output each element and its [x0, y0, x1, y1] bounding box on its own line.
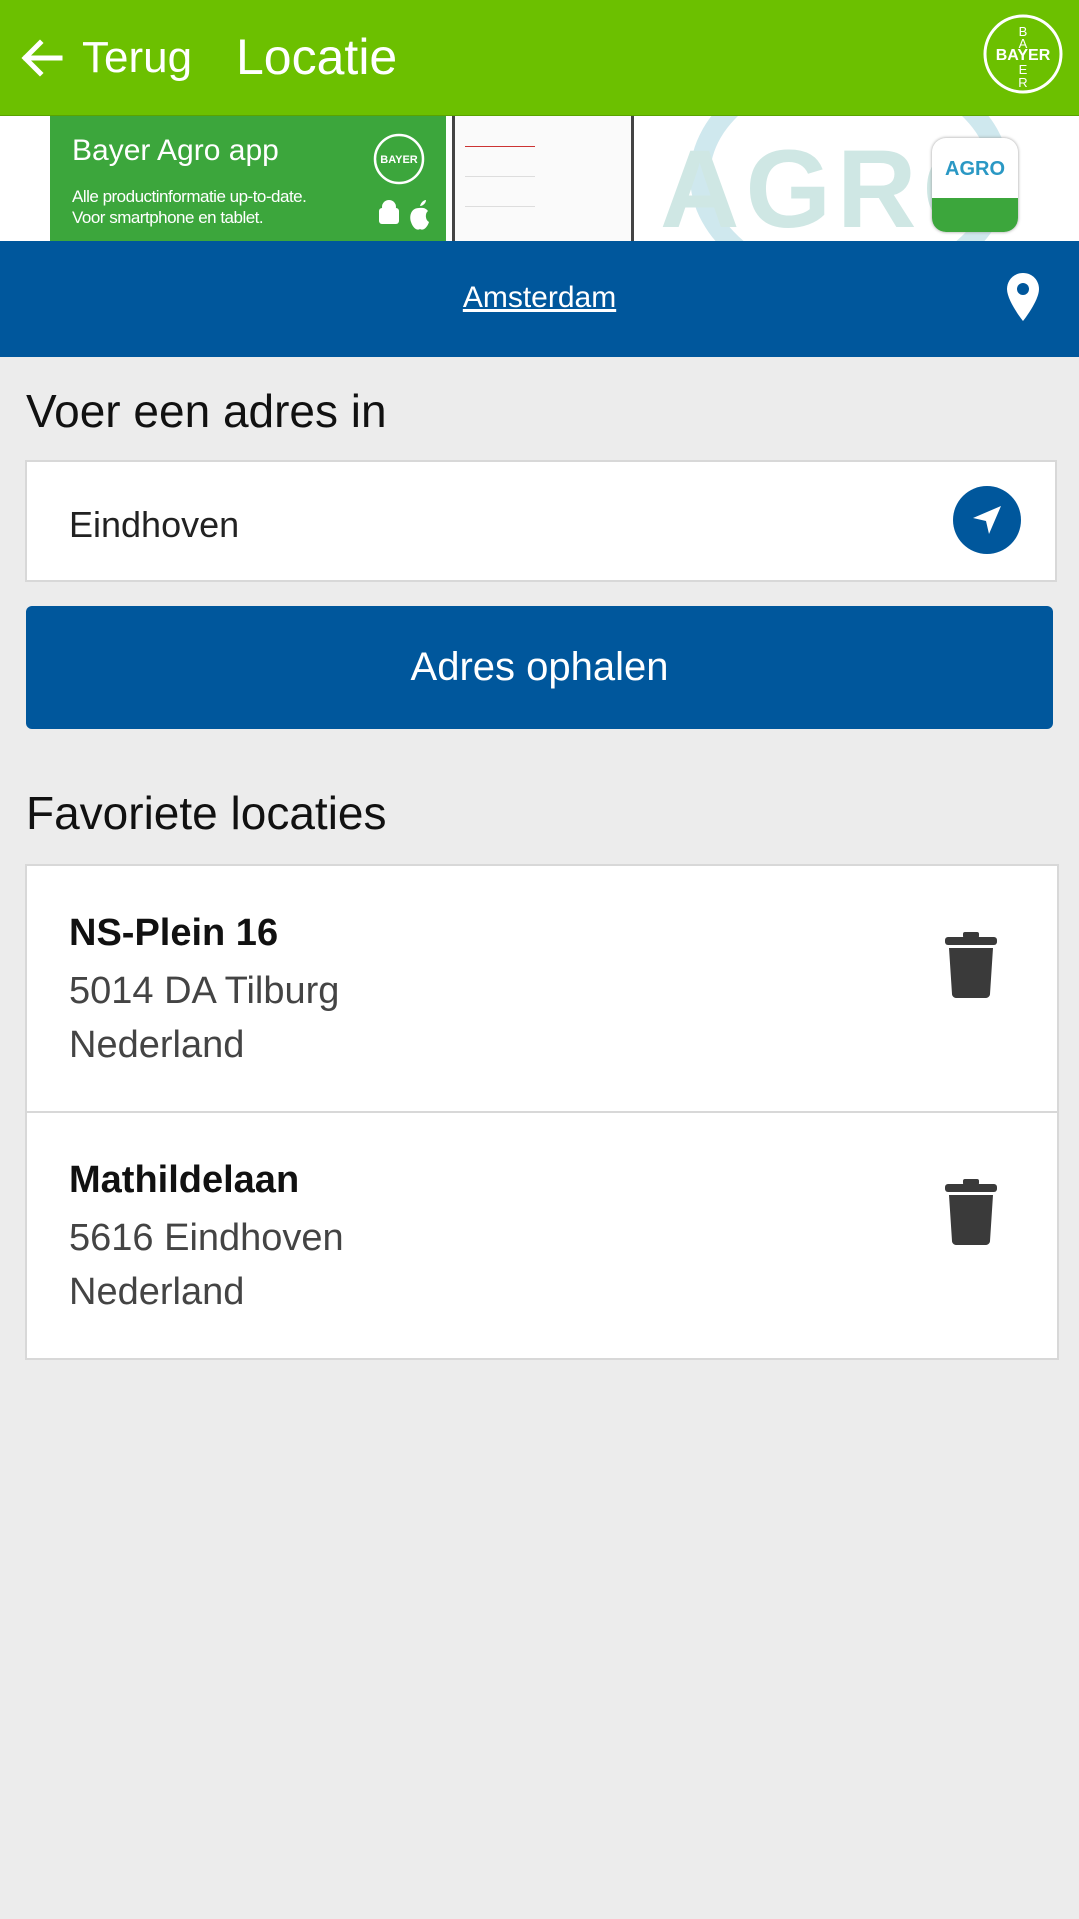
banner-subtitle-line1: Alle productinformatie up-to-date.	[72, 187, 307, 206]
favorite-location-item[interactable]: Mathildelaan 5616 Eindhoven Nederland	[27, 1113, 1057, 1358]
banner-screenshot	[452, 116, 634, 241]
bayer-cross-icon: BAYER	[373, 133, 425, 185]
navigation-arrow-icon	[973, 506, 1001, 534]
banner-subtitle-line2: Voor smartphone en tablet.	[72, 208, 264, 227]
favorites-heading: Favoriete locaties	[26, 787, 387, 839]
favorite-street: Mathildelaan	[69, 1159, 300, 1201]
favorite-country: Nederland	[69, 1271, 245, 1313]
arrow-left-icon	[21, 38, 63, 77]
svg-text:A: A	[1019, 36, 1028, 51]
favorite-location-item[interactable]: NS-Plein 16 5014 DA Tilburg Nederland	[27, 866, 1057, 1113]
address-input[interactable]: Eindhoven	[25, 460, 1057, 582]
map-pin-icon[interactable]	[1005, 271, 1041, 323]
favorite-city: 5014 DA Tilburg	[69, 970, 340, 1012]
page-title: Locatie	[236, 29, 398, 85]
favorites-list: NS-Plein 16 5014 DA Tilburg Nederland Ma…	[25, 864, 1059, 1360]
favorite-city: 5616 Eindhoven	[69, 1217, 344, 1259]
promo-banner[interactable]: Bayer Agro app Alle productinformatie up…	[0, 116, 1079, 241]
banner-title: Bayer Agro app	[72, 134, 279, 167]
trash-icon[interactable]	[945, 1179, 997, 1245]
back-label: Terug	[82, 32, 193, 82]
address-input-value[interactable]: Eindhoven	[69, 504, 239, 546]
fetch-address-button[interactable]: Adres ophalen	[26, 606, 1053, 729]
agro-badge-footer	[932, 198, 1018, 232]
favorite-country: Nederland	[69, 1024, 245, 1066]
banner-subtitle: Alle productinformatie up-to-date. Voor …	[72, 186, 307, 228]
banner-text-panel: Bayer Agro app Alle productinformatie up…	[50, 116, 446, 241]
back-button[interactable]: Terug	[18, 25, 192, 90]
locate-me-button[interactable]	[953, 486, 1021, 554]
address-heading: Voer een adres in	[26, 385, 387, 437]
current-location-link[interactable]: Amsterdam	[0, 281, 1079, 315]
bayer-logo: BAYER B A E R	[983, 14, 1063, 94]
agro-app-badge: AGRO	[932, 138, 1018, 232]
app-bar: Terug Locatie BAYER B A E R	[0, 0, 1079, 116]
svg-text:R: R	[1018, 75, 1027, 90]
favorite-street: NS-Plein 16	[69, 912, 279, 954]
current-location-bar: Amsterdam	[0, 241, 1079, 357]
svg-text:BAYER: BAYER	[380, 154, 418, 166]
agro-badge-text: AGRO	[945, 158, 1005, 180]
android-apple-icon	[379, 200, 429, 230]
trash-icon[interactable]	[945, 932, 997, 998]
